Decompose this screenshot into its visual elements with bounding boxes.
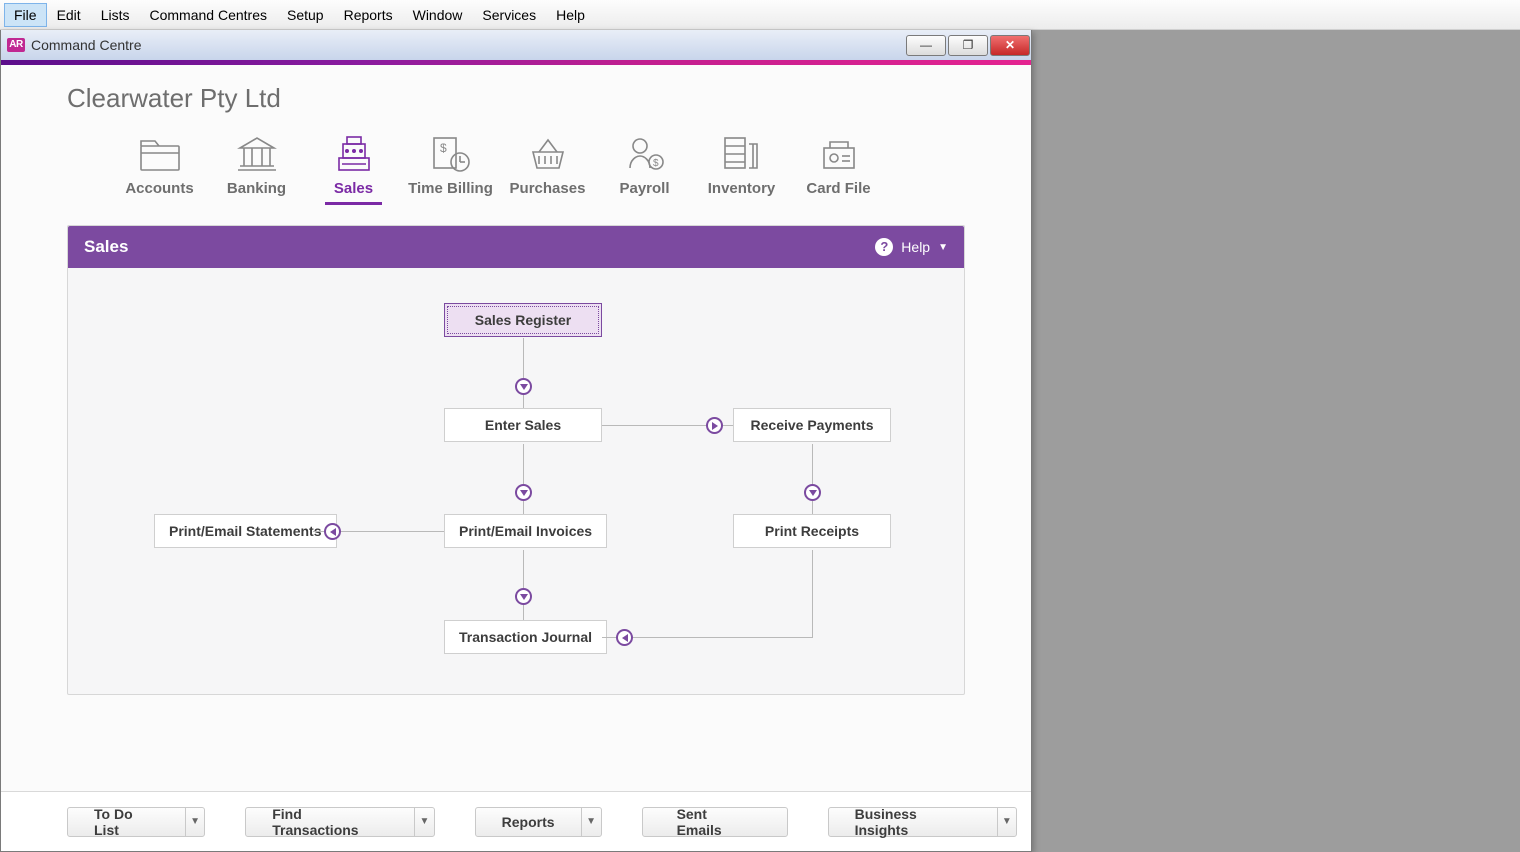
module-purchases[interactable]: Purchases xyxy=(499,132,596,197)
time-billing-icon: $ xyxy=(427,132,475,176)
minimize-button[interactable]: — xyxy=(906,35,946,56)
print-email-invoices-button[interactable]: Print/Email Invoices xyxy=(444,514,607,548)
find-transactions-button[interactable]: Find Transactions▼ xyxy=(245,807,434,837)
help-button[interactable]: ? Help ▼ xyxy=(875,238,948,256)
inventory-icon xyxy=(718,132,766,176)
sales-register-button[interactable]: Sales Register xyxy=(444,303,602,337)
menu-edit[interactable]: Edit xyxy=(47,3,91,27)
connector xyxy=(812,444,813,514)
module-label: Banking xyxy=(227,180,286,197)
menu-help[interactable]: Help xyxy=(546,3,595,27)
payroll-icon: $ xyxy=(621,132,669,176)
print-email-statements-button[interactable]: Print/Email Statements xyxy=(154,514,337,548)
connector xyxy=(523,338,524,408)
arrow-left-icon xyxy=(616,629,633,646)
card-file-icon xyxy=(815,132,863,176)
module-label: Inventory xyxy=(708,180,776,197)
connector xyxy=(602,637,813,638)
window-title: Command Centre xyxy=(31,37,142,53)
bottom-toolbar: To Do List▼ Find Transactions▼ Reports▼ … xyxy=(1,791,1031,851)
module-banking[interactable]: Banking xyxy=(208,132,305,197)
connector xyxy=(523,444,524,514)
module-label: Purchases xyxy=(510,180,586,197)
titlebar: AR Command Centre — ❐ ✕ xyxy=(1,30,1031,60)
register-icon xyxy=(330,132,378,176)
content-area: Clearwater Pty Ltd Accounts Banking Sale… xyxy=(1,65,1031,791)
menu-lists[interactable]: Lists xyxy=(91,3,140,27)
sales-panel: Sales ? Help ▼ Sales Register Enter Sale… xyxy=(67,225,965,695)
menu-command-centres[interactable]: Command Centres xyxy=(139,3,277,27)
arrow-down-icon xyxy=(515,484,532,501)
panel-title: Sales xyxy=(84,237,128,257)
bank-icon xyxy=(233,132,281,176)
connector xyxy=(812,550,813,637)
chevron-down-icon[interactable]: ▼ xyxy=(581,808,601,836)
menubar: File Edit Lists Command Centres Setup Re… xyxy=(0,0,1520,30)
module-time-billing[interactable]: $ Time Billing xyxy=(402,132,499,197)
print-receipts-button[interactable]: Print Receipts xyxy=(733,514,891,548)
module-card-file[interactable]: Card File xyxy=(790,132,887,197)
to-do-list-button[interactable]: To Do List▼ xyxy=(67,807,205,837)
menu-window[interactable]: Window xyxy=(403,3,473,27)
module-sales[interactable]: Sales xyxy=(305,132,402,197)
company-name: Clearwater Pty Ltd xyxy=(1,77,1031,132)
module-accounts[interactable]: Accounts xyxy=(111,132,208,197)
module-nav: Accounts Banking Sales $ Time Billing Pu… xyxy=(1,132,1031,197)
chevron-down-icon[interactable]: ▼ xyxy=(185,808,204,836)
folder-icon xyxy=(136,132,184,176)
sent-emails-button[interactable]: Sent Emails xyxy=(642,807,788,837)
receive-payments-button[interactable]: Receive Payments xyxy=(733,408,891,442)
arrow-left-icon xyxy=(324,523,341,540)
business-insights-button[interactable]: Business Insights▼ xyxy=(828,807,1017,837)
menu-file[interactable]: File xyxy=(4,3,47,27)
svg-text:$: $ xyxy=(653,158,659,169)
maximize-button[interactable]: ❐ xyxy=(948,35,988,56)
arrow-down-icon xyxy=(804,484,821,501)
arrow-down-icon xyxy=(515,588,532,605)
module-payroll[interactable]: $ Payroll xyxy=(596,132,693,197)
chevron-down-icon[interactable]: ▼ xyxy=(414,808,433,836)
reports-button[interactable]: Reports▼ xyxy=(475,807,602,837)
command-centre-window: AR Command Centre — ❐ ✕ Clearwater Pty L… xyxy=(0,30,1032,852)
module-label: Accounts xyxy=(125,180,193,197)
arrow-right-icon xyxy=(706,417,723,434)
module-inventory[interactable]: Inventory xyxy=(693,132,790,197)
help-label: Help xyxy=(901,239,930,255)
menu-reports[interactable]: Reports xyxy=(334,3,403,27)
app-logo-icon: AR xyxy=(7,38,25,52)
connector xyxy=(523,550,524,620)
help-icon: ? xyxy=(875,238,893,256)
module-label: Sales xyxy=(334,180,373,197)
panel-header: Sales ? Help ▼ xyxy=(68,226,964,268)
chevron-down-icon[interactable]: ▼ xyxy=(997,808,1016,836)
close-button[interactable]: ✕ xyxy=(990,35,1030,56)
enter-sales-button[interactable]: Enter Sales xyxy=(444,408,602,442)
transaction-journal-button[interactable]: Transaction Journal xyxy=(444,620,607,654)
svg-text:$: $ xyxy=(440,141,447,155)
module-label: Card File xyxy=(806,180,870,197)
flowchart: Sales Register Enter Sales Receive Payme… xyxy=(68,268,964,694)
basket-icon xyxy=(524,132,572,176)
menu-services[interactable]: Services xyxy=(472,3,546,27)
chevron-down-icon: ▼ xyxy=(938,242,948,253)
arrow-down-icon xyxy=(515,378,532,395)
menu-setup[interactable]: Setup xyxy=(277,3,334,27)
module-label: Time Billing xyxy=(408,180,493,197)
module-label: Payroll xyxy=(619,180,669,197)
